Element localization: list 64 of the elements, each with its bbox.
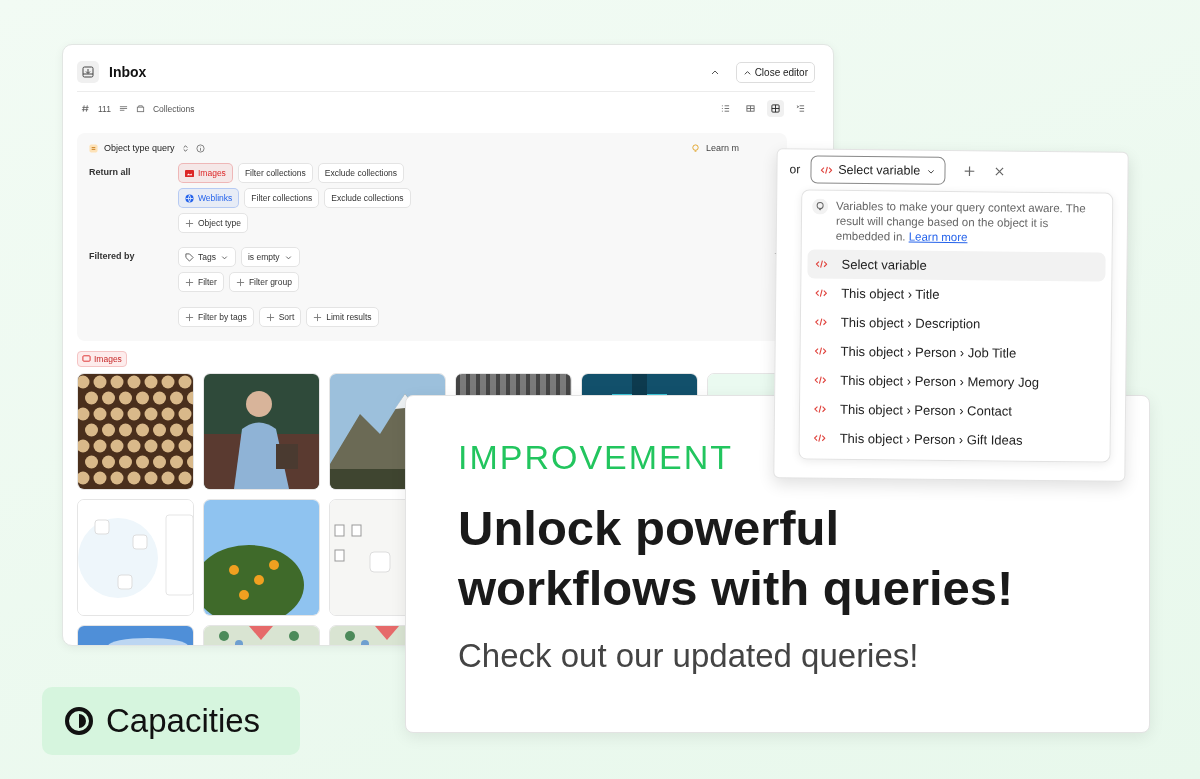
plus-icon — [185, 218, 194, 228]
grid-view-icon — [771, 104, 780, 113]
code-icon — [815, 288, 828, 298]
plus-icon — [313, 312, 323, 322]
outline-view-icon — [796, 104, 805, 113]
inbox-icon — [77, 61, 99, 83]
collection-icon — [135, 104, 145, 113]
plus-icon — [185, 277, 194, 287]
code-icon — [814, 346, 827, 356]
exclude-collections-button[interactable]: Exclude collections — [324, 188, 411, 208]
code-icon — [820, 165, 833, 175]
learn-more-link[interactable]: Learn more — [908, 230, 968, 244]
add-filter-button[interactable]: Filter — [178, 272, 224, 292]
filter-collections-button[interactable]: Filter collections — [237, 163, 313, 183]
exclude-collections-button[interactable]: Exclude collections — [317, 163, 405, 183]
plus-icon — [265, 312, 275, 322]
learn-more-link[interactable]: Learn m — [705, 143, 739, 153]
code-icon — [813, 433, 826, 443]
headline: Unlock powerful workflows with queries! — [458, 500, 1015, 617]
query-action-button[interactable]: Sort — [258, 307, 302, 327]
filter-collections-button[interactable]: Filter collections — [244, 188, 320, 208]
logo-icon — [64, 706, 94, 736]
close-editor-button[interactable]: Close editor — [735, 61, 815, 83]
window-title: Inbox — [109, 64, 147, 80]
info-icon[interactable] — [195, 143, 205, 153]
select-variable-dropdown[interactable]: Select variable — [810, 155, 946, 185]
view-mode-button[interactable] — [767, 100, 784, 117]
lightbulb-icon — [690, 143, 700, 153]
lines-icon[interactable] — [118, 104, 128, 113]
close-icon[interactable] — [993, 165, 1006, 178]
row-label: Return all — [89, 166, 132, 179]
collections-label[interactable]: Collections — [152, 103, 195, 114]
image-icon — [82, 354, 91, 363]
code-icon — [813, 404, 827, 414]
plus-icon — [185, 312, 194, 322]
object-type-tag[interactable]: Weblinks — [178, 188, 240, 208]
hash-icon — [81, 104, 90, 113]
operator-dropdown[interactable]: is empty — [240, 247, 300, 267]
add-filter-button[interactable]: Filter group — [228, 272, 299, 292]
field-dropdown[interactable]: Tags — [178, 247, 236, 267]
row-label: Filtered by — [89, 250, 136, 263]
plus-icon — [235, 277, 245, 287]
variable-option[interactable]: Select variable — [807, 249, 1106, 282]
add-object-type-button[interactable]: Object type — [178, 213, 248, 233]
code-icon — [815, 259, 828, 269]
list-view-icon — [721, 104, 730, 113]
brand-name: Capacities — [106, 702, 261, 740]
query-action-button[interactable]: Limit results — [306, 307, 379, 327]
query-type-selector[interactable]: Object type query — [104, 143, 175, 153]
object-count: 111 — [98, 103, 111, 114]
section-tag[interactable]: Images — [77, 350, 127, 367]
query-action-button[interactable]: Filter by tags — [178, 307, 254, 327]
code-icon — [814, 317, 827, 327]
plus-icon[interactable] — [963, 165, 976, 178]
object-type-tag[interactable]: Images — [178, 163, 233, 183]
eyebrow-label: IMPROVEMENT — [458, 438, 734, 477]
tag-icon — [185, 252, 194, 262]
connector-label: or — [789, 162, 801, 177]
query-type-icon — [89, 143, 98, 153]
code-icon — [814, 375, 827, 385]
lightbulb-icon — [812, 198, 829, 215]
subtitle: Check out our updated queries! — [458, 636, 919, 675]
hint-text: Variables to make your query context aware. The result will change based on the object it is embedded in. Learn more — [835, 198, 1087, 246]
gallery-view-icon — [746, 104, 755, 113]
